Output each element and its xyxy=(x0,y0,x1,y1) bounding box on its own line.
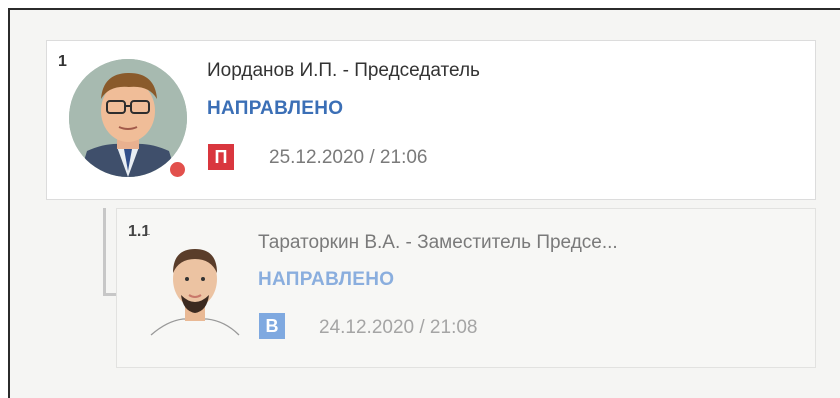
timestamp: 24.12.2020 / 21:08 xyxy=(319,317,478,338)
member-name[interactable]: Тараторкин В.А. - Заместитель Предсе... xyxy=(258,232,618,254)
avatar[interactable] xyxy=(147,235,243,339)
role-badge: В xyxy=(259,313,285,339)
node-number: 1 xyxy=(58,53,67,70)
status-label: НАПРАВЛЕНО xyxy=(258,269,395,290)
avatar-wrap xyxy=(147,235,243,339)
role-badge: П xyxy=(208,144,234,170)
online-status-dot xyxy=(168,160,187,179)
person-avatar-icon xyxy=(69,59,187,177)
person-avatar-icon xyxy=(147,235,243,339)
tree-connector-vertical xyxy=(103,208,106,296)
workflow-panel: 1 Иорданов И.П. - Председатель НАПРАВЛЕН… xyxy=(8,8,840,398)
avatar[interactable] xyxy=(69,59,187,177)
timestamp: 25.12.2020 / 21:06 xyxy=(269,147,428,168)
avatar-wrap xyxy=(69,59,187,179)
approval-card-1[interactable]: 1 Иорданов И.П. - Председатель НАПРАВЛЕН… xyxy=(46,40,816,200)
status-label: НАПРАВЛЕНО xyxy=(207,98,344,119)
member-name[interactable]: Иорданов И.П. - Председатель xyxy=(207,60,480,82)
approval-card-1-1[interactable]: 1.1 Тараторкин В.А. - Заместитель Предсе… xyxy=(116,208,816,368)
